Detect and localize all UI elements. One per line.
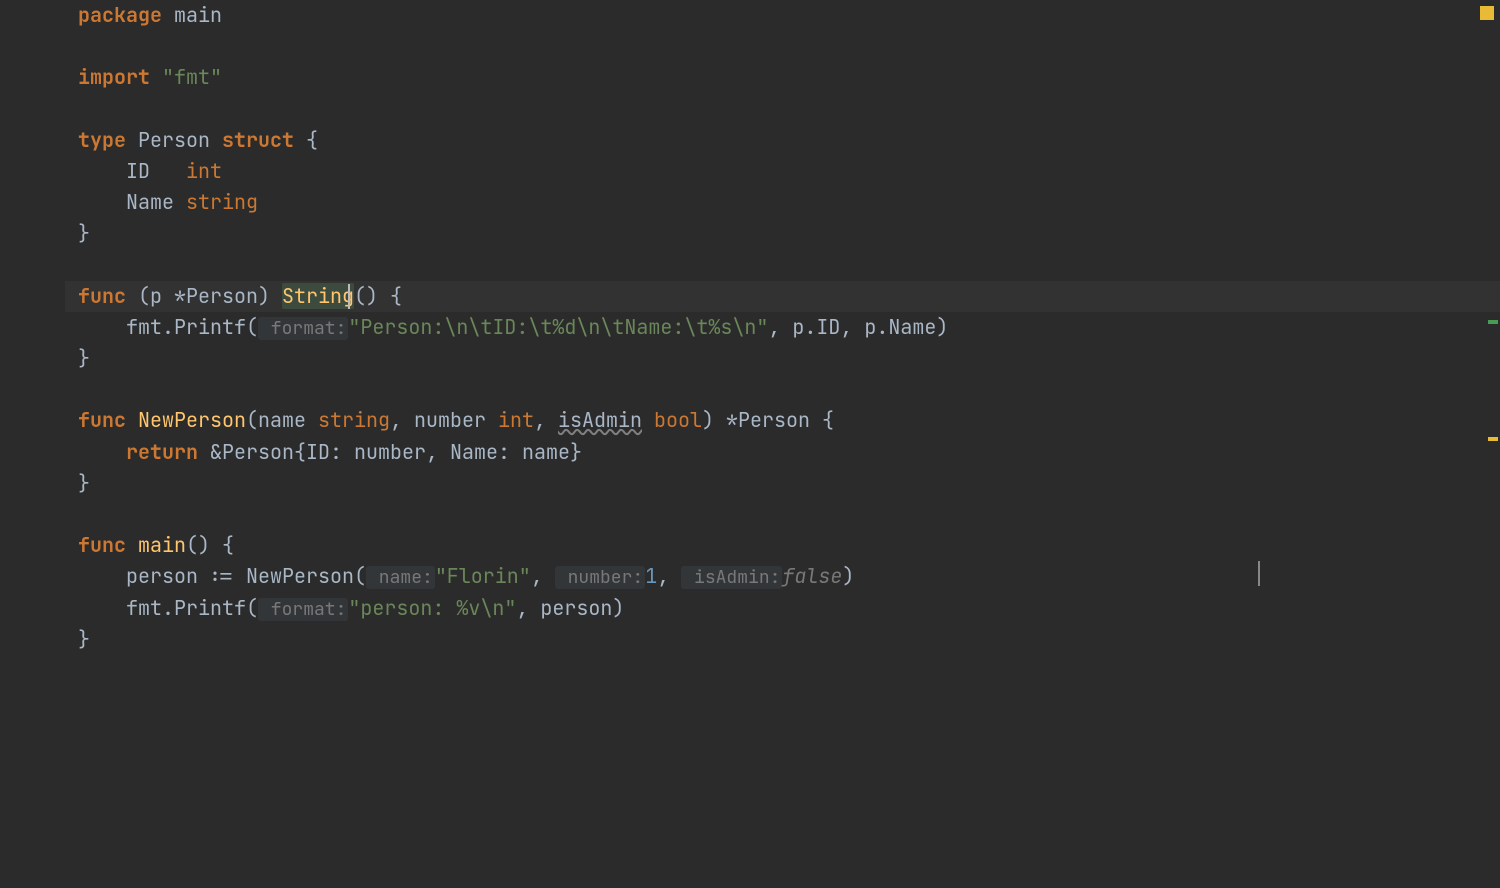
field-name: ID (126, 158, 186, 184)
func-name: NewPerson (138, 407, 246, 433)
code-line[interactable]: return &Person{ID: number, Name: name} (65, 437, 1500, 468)
package-name: main (174, 2, 222, 28)
code-line[interactable]: fmt.Printf( format:"person: %v\n", perso… (65, 593, 1500, 624)
code-line[interactable]: person := NewPerson( name:"Florin", numb… (65, 561, 1500, 592)
type-ref: Person (186, 283, 258, 309)
param-hint: isAdmin: (681, 566, 782, 589)
code-area[interactable]: package main import "fmt" type Person st… (65, 0, 1500, 888)
code-line[interactable]: ID int (65, 156, 1500, 187)
builtin-type: bool (654, 407, 702, 433)
func-name: main (138, 532, 186, 558)
func-name: String (282, 283, 354, 309)
keyword: import (78, 64, 150, 90)
keyword: func (78, 283, 126, 309)
code-line-empty[interactable] (65, 250, 1500, 281)
param-hint: number: (555, 566, 645, 589)
string-literal: "Person:\n\tID:\t%d\n\tName:\t%s\n" (348, 314, 768, 340)
code-line-empty[interactable] (65, 31, 1500, 62)
param-hint: name: (366, 566, 435, 589)
code-line-empty[interactable] (65, 374, 1500, 405)
keyword: struct (222, 127, 294, 153)
code-line[interactable]: type Person struct { (65, 125, 1500, 156)
type-ref: Person (222, 439, 294, 465)
string-literal: "Florin" (435, 563, 531, 589)
code-line-empty[interactable] (65, 94, 1500, 125)
code-line[interactable]: fmt.Printf( format:"Person:\n\tID:\t%d\n… (65, 312, 1500, 343)
code-line[interactable]: } (65, 468, 1500, 499)
field-name: Name (126, 189, 186, 215)
gutter[interactable] (0, 0, 65, 888)
code-line[interactable]: func NewPerson(name string, number int, … (65, 405, 1500, 436)
code-editor[interactable]: package main import "fmt" type Person st… (0, 0, 1500, 888)
param-hint: format: (258, 598, 348, 621)
import-path: "fmt" (162, 64, 222, 90)
type-ref: Person (738, 407, 810, 433)
keyword: package (78, 2, 162, 28)
builtin-type: int (186, 158, 222, 184)
code-line[interactable]: } (65, 624, 1500, 655)
code-line-empty[interactable] (65, 499, 1500, 530)
code-line[interactable]: } (65, 343, 1500, 374)
secondary-caret (1258, 561, 1260, 586)
builtin-type: string (318, 407, 390, 433)
code-line-current[interactable]: func (p *Person) String() { (65, 281, 1500, 312)
string-literal: "person: %v\n" (348, 595, 516, 621)
code-line[interactable]: import "fmt" (65, 62, 1500, 93)
bool-literal: false (782, 563, 842, 589)
keyword: return (126, 439, 198, 465)
keyword: func (78, 407, 126, 433)
keyword: type (78, 127, 126, 153)
unused-param: isAdmin (558, 407, 642, 433)
number-literal: 1 (645, 563, 657, 589)
code-line[interactable]: Name string (65, 187, 1500, 218)
text-caret (348, 284, 350, 309)
keyword: func (78, 532, 126, 558)
type-name: Person (138, 127, 210, 153)
code-line[interactable]: } (65, 218, 1500, 249)
builtin-type: int (498, 407, 534, 433)
builtin-type: string (186, 189, 258, 215)
code-line[interactable]: func main() { (65, 530, 1500, 561)
code-line[interactable]: package main (65, 0, 1500, 31)
param-hint: format: (258, 317, 348, 340)
